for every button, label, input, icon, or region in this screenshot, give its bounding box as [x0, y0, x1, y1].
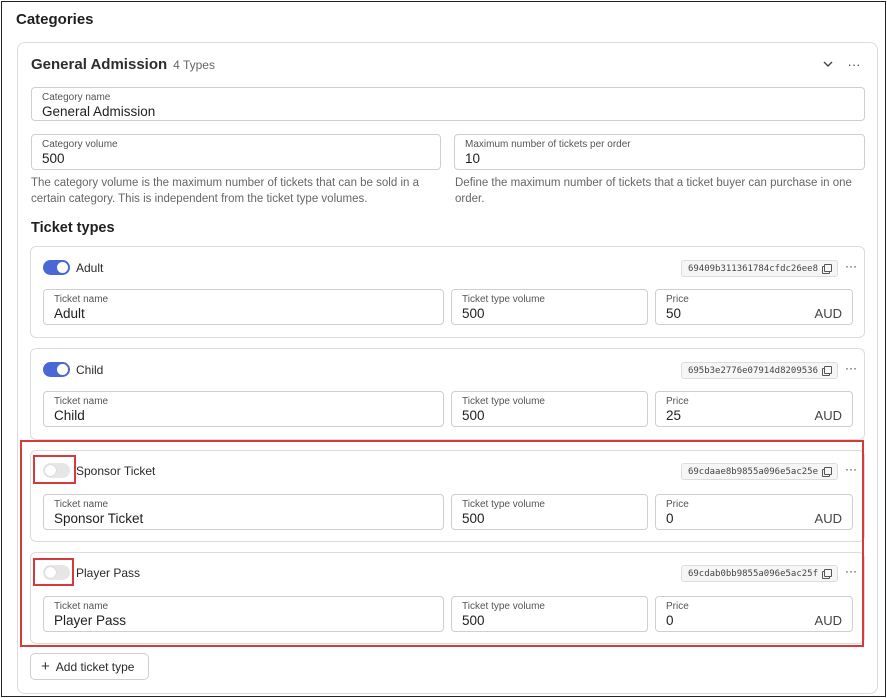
field-label: Ticket name: [54, 396, 109, 407]
ticket-id-chip[interactable]: 695b3e2776e07914d8209536: [680, 362, 838, 379]
field-label: Ticket name: [54, 499, 109, 510]
add-ticket-type-label: Add ticket type: [55, 659, 135, 674]
ticket-types-title: Ticket types: [31, 220, 115, 236]
field-value: 25: [666, 408, 682, 423]
field-value: 50: [666, 306, 682, 321]
page-title: Categories: [16, 11, 94, 28]
max-tickets-per-order-field[interactable]: Maximum number of tickets per order 10: [454, 134, 865, 170]
category-title: General Admission: [31, 56, 168, 73]
ticket-enabled-toggle[interactable]: [43, 463, 70, 478]
category-header: General Admission 4 Types: [31, 56, 215, 73]
more-horizontal-icon[interactable]: ···: [845, 55, 863, 73]
currency-label: AUD: [814, 408, 842, 423]
field-value: 500: [42, 151, 65, 166]
ticket-enabled-toggle[interactable]: [43, 565, 70, 580]
ticket-type-label: Child: [76, 363, 104, 377]
field-label: Category volume: [42, 139, 118, 150]
copy-icon[interactable]: [822, 467, 832, 477]
more-horizontal-icon[interactable]: ···: [842, 462, 860, 476]
category-type-count: 4 Types: [173, 58, 215, 72]
copy-icon[interactable]: [822, 569, 832, 579]
ticket-name-field[interactable]: Ticket name Player Pass: [43, 596, 444, 632]
currency-label: AUD: [814, 306, 842, 321]
field-label: Ticket type volume: [462, 499, 545, 510]
field-value: 0: [666, 613, 674, 628]
ticket-type-card: Sponsor Ticket 69cdaae8b9855a096e5ac25e …: [30, 450, 865, 542]
ticket-type-card: Adult 69409b311361784cfdc26ee8 ··· Ticke…: [30, 246, 865, 338]
field-label: Ticket name: [54, 294, 109, 305]
field-value: Adult: [54, 306, 85, 321]
field-value: 500: [462, 306, 485, 321]
ticket-id-chip[interactable]: 69cdab0bb9855a096e5ac25f: [680, 565, 838, 582]
field-label: Ticket name: [54, 601, 109, 612]
ticket-price-field[interactable]: Price 0 AUD: [655, 596, 853, 632]
screenshot-frame: Categories General Admission 4 Types ···…: [1, 1, 886, 697]
field-value: 500: [462, 613, 485, 628]
ticket-volume-field[interactable]: Ticket type volume 500: [451, 289, 648, 325]
field-label: Category name: [42, 92, 111, 103]
ticket-id-chip[interactable]: 69cdaae8b9855a096e5ac25e: [680, 463, 838, 480]
more-horizontal-icon[interactable]: ···: [842, 564, 860, 578]
ticket-price-field[interactable]: Price 25 AUD: [655, 391, 853, 427]
ticket-price-field[interactable]: Price 0 AUD: [655, 494, 853, 530]
ticket-id: 695b3e2776e07914d8209536: [687, 365, 818, 376]
ticket-type-label: Player Pass: [76, 566, 141, 580]
field-value: 500: [462, 511, 485, 526]
currency-label: AUD: [814, 613, 842, 628]
more-horizontal-icon[interactable]: ···: [842, 361, 860, 375]
field-label: Maximum number of tickets per order: [465, 139, 631, 150]
more-horizontal-icon[interactable]: ···: [842, 259, 860, 273]
ticket-volume-field[interactable]: Ticket type volume 500: [451, 391, 648, 427]
field-value: 500: [462, 408, 485, 423]
field-label: Price: [666, 499, 689, 510]
field-label: Price: [666, 294, 689, 305]
field-label: Ticket type volume: [462, 294, 545, 305]
add-ticket-type-button[interactable]: + Add ticket type: [30, 653, 149, 680]
ticket-price-field[interactable]: Price 50 AUD: [655, 289, 853, 325]
ticket-enabled-toggle[interactable]: [43, 260, 70, 275]
ticket-type-label: Adult: [76, 261, 104, 275]
ticket-type-card: Player Pass 69cdab0bb9855a096e5ac25f ···…: [30, 552, 865, 644]
category-name-field[interactable]: Category name General Admission: [31, 87, 865, 121]
copy-icon[interactable]: [822, 366, 832, 376]
ticket-id: 69409b311361784cfdc26ee8: [687, 263, 818, 274]
category-card: General Admission 4 Types ··· Category n…: [17, 42, 878, 694]
ticket-type-card: Child 695b3e2776e07914d8209536 ··· Ticke…: [30, 348, 865, 440]
currency-label: AUD: [814, 511, 842, 526]
ticket-type-label: Sponsor Ticket: [76, 464, 156, 478]
ticket-name-field[interactable]: Ticket name Child: [43, 391, 444, 427]
ticket-name-field[interactable]: Ticket name Sponsor Ticket: [43, 494, 444, 530]
plus-icon: +: [41, 658, 50, 675]
ticket-id: 69cdaae8b9855a096e5ac25e: [687, 466, 818, 477]
field-label: Price: [666, 601, 689, 612]
field-value: 10: [465, 151, 481, 166]
copy-icon[interactable]: [822, 264, 832, 274]
field-label: Price: [666, 396, 689, 407]
category-volume-help: The category volume is the maximum numbe…: [31, 177, 419, 205]
ticket-enabled-toggle[interactable]: [43, 362, 70, 377]
ticket-id-chip[interactable]: 69409b311361784cfdc26ee8: [680, 260, 838, 277]
field-value: Player Pass: [54, 613, 127, 628]
field-value: Child: [54, 408, 85, 423]
ticket-volume-field[interactable]: Ticket type volume 500: [451, 494, 648, 530]
ticket-volume-field[interactable]: Ticket type volume 500: [451, 596, 648, 632]
field-value: Sponsor Ticket: [54, 511, 144, 526]
ticket-id: 69cdab0bb9855a096e5ac25f: [687, 568, 818, 579]
field-label: Ticket type volume: [462, 601, 545, 612]
field-value: 0: [666, 511, 674, 526]
category-volume-field[interactable]: Category volume 500: [31, 134, 441, 170]
max-tickets-help: Define the maximum number of tickets tha…: [455, 177, 852, 205]
ticket-name-field[interactable]: Ticket name Adult: [43, 289, 444, 325]
field-label: Ticket type volume: [462, 396, 545, 407]
field-value: General Admission: [42, 104, 156, 119]
chevron-down-icon[interactable]: [819, 55, 837, 73]
